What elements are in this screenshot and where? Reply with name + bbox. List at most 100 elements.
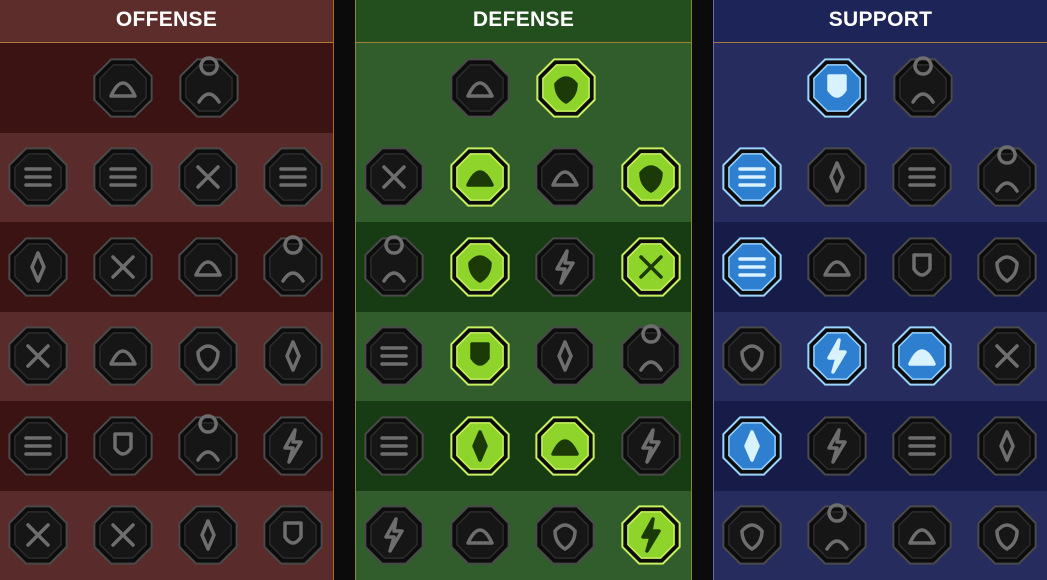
offense-talent-node[interactable] [91, 235, 155, 299]
defense-talent-node[interactable] [448, 56, 512, 120]
comet-icon [807, 326, 867, 386]
defense-talent-node[interactable] [533, 324, 597, 388]
support-talent-node[interactable] [720, 145, 784, 209]
offense-talent-node[interactable] [261, 503, 325, 567]
defense-tier-3 [356, 222, 691, 312]
crossed-swords-icon [92, 58, 153, 118]
support-talent-node[interactable] [975, 145, 1039, 209]
support-talent-node[interactable] [720, 414, 784, 478]
support-tier-2 [714, 132, 1047, 222]
defense-talent-node[interactable] [448, 235, 512, 299]
defense-tier-2 [356, 132, 691, 222]
support-talent-node[interactable] [805, 503, 869, 567]
defense-talent-node[interactable] [362, 324, 426, 388]
offense-talent-node[interactable] [6, 235, 70, 299]
defense-tree: DEFENSE [355, 0, 692, 580]
defense-talent-node[interactable] [533, 414, 597, 478]
support-tier-1 [714, 43, 1047, 133]
fanged-jaw-icon [93, 237, 153, 297]
offense-talent-node[interactable] [91, 145, 155, 209]
defense-talent-node[interactable] [533, 235, 597, 299]
offense-talent-node[interactable] [176, 324, 240, 388]
knight-shield-icon [450, 237, 510, 297]
defense-talent-node[interactable] [619, 414, 683, 478]
defense-talent-node[interactable] [619, 145, 683, 209]
dagger-hand-icon [263, 235, 323, 297]
framed-heart-icon [535, 237, 595, 297]
support-talent-node[interactable] [805, 324, 869, 388]
defense-tier-6 [356, 490, 691, 580]
support-talent-node[interactable] [805, 235, 869, 299]
defense-tier-4 [356, 311, 691, 401]
parry-slash-icon [621, 416, 681, 476]
offense-talent-node[interactable] [91, 324, 155, 388]
support-talent-node[interactable] [805, 145, 869, 209]
support-rows [714, 43, 1047, 580]
support-talent-node[interactable] [720, 503, 784, 567]
support-talent-node[interactable] [805, 414, 869, 478]
potion-flask-icon [722, 505, 782, 565]
offense-talent-node[interactable] [261, 414, 325, 478]
offense-talent-node[interactable] [91, 414, 155, 478]
support-talent-node[interactable] [720, 235, 784, 299]
defense-talent-node[interactable] [362, 235, 426, 299]
support-tier-3 [714, 222, 1047, 312]
offense-talent-node[interactable] [176, 235, 240, 299]
offense-talent-node[interactable] [261, 235, 325, 299]
angry-eyes-icon [977, 326, 1037, 386]
defense-talent-node[interactable] [619, 235, 683, 299]
support-tier-4 [714, 311, 1047, 401]
offense-tier-5 [0, 401, 333, 491]
offense-talent-node[interactable] [176, 145, 240, 209]
support-talent-node[interactable] [975, 414, 1039, 478]
support-tree: SUPPORT [713, 0, 1047, 580]
offense-talent-node[interactable] [91, 56, 155, 120]
offense-tier-3 [0, 222, 333, 312]
offense-talent-node[interactable] [6, 414, 70, 478]
support-talent-node[interactable] [890, 414, 954, 478]
healing-heart-icon [806, 58, 867, 118]
dash-figure-icon [364, 416, 424, 476]
defense-talent-node[interactable] [533, 503, 597, 567]
offense-talent-node[interactable] [261, 145, 325, 209]
defense-talent-node[interactable] [362, 503, 426, 567]
defense-talent-node[interactable] [362, 145, 426, 209]
crossed-blades-icon [621, 147, 681, 207]
defense-talent-node[interactable] [534, 56, 598, 120]
offense-talent-node[interactable] [261, 324, 325, 388]
support-talent-node[interactable] [890, 145, 954, 209]
chained-lightning-icon [263, 326, 323, 386]
support-talent-node[interactable] [975, 503, 1039, 567]
support-talent-node[interactable] [720, 324, 784, 388]
offense-talent-node[interactable] [6, 324, 70, 388]
defense-talent-node[interactable] [448, 145, 512, 209]
offense-talent-node[interactable] [177, 56, 241, 120]
defense-talent-node[interactable] [448, 503, 512, 567]
shadow-figure-icon [977, 237, 1037, 297]
offense-talent-node[interactable] [91, 503, 155, 567]
support-title: SUPPORT [714, 0, 1047, 43]
defense-talent-node[interactable] [619, 324, 683, 388]
defense-talent-node[interactable] [362, 414, 426, 478]
defense-talent-node[interactable] [448, 414, 512, 478]
support-talent-node[interactable] [975, 324, 1039, 388]
defense-talent-node[interactable] [448, 324, 512, 388]
offense-talent-node[interactable] [6, 145, 70, 209]
offense-talent-node[interactable] [176, 503, 240, 567]
support-talent-node[interactable] [890, 235, 954, 299]
pointing-hand-icon [977, 145, 1037, 207]
offense-talent-node[interactable] [176, 414, 240, 478]
sparkle-sword-icon [8, 505, 68, 565]
haloed-figure-icon [621, 237, 681, 297]
support-talent-node[interactable] [890, 324, 954, 388]
radiant-skull-icon [263, 505, 323, 565]
eagle-head-icon [977, 505, 1037, 565]
defense-talent-node[interactable] [533, 145, 597, 209]
demon-beast-icon [178, 505, 238, 565]
support-talent-node[interactable] [805, 56, 869, 120]
support-talent-node[interactable] [891, 56, 955, 120]
support-talent-node[interactable] [890, 503, 954, 567]
support-talent-node[interactable] [975, 235, 1039, 299]
offense-talent-node[interactable] [6, 503, 70, 567]
defense-talent-node[interactable] [619, 503, 683, 567]
